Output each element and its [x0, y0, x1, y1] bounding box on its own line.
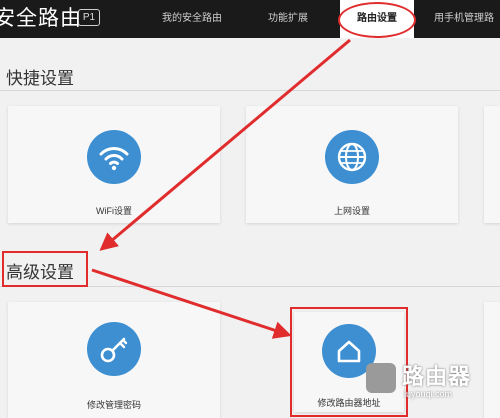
watermark-text: 路由器 — [402, 364, 472, 389]
annotation-arrows — [91, 38, 351, 339]
arrow-to-advanced — [99, 38, 351, 251]
watermark-url: luyouqi.com — [404, 389, 453, 399]
watermark: 路由器 luyouqi.com — [366, 359, 496, 409]
arrow-to-address — [91, 268, 292, 339]
watermark-logo-icon — [366, 363, 396, 393]
